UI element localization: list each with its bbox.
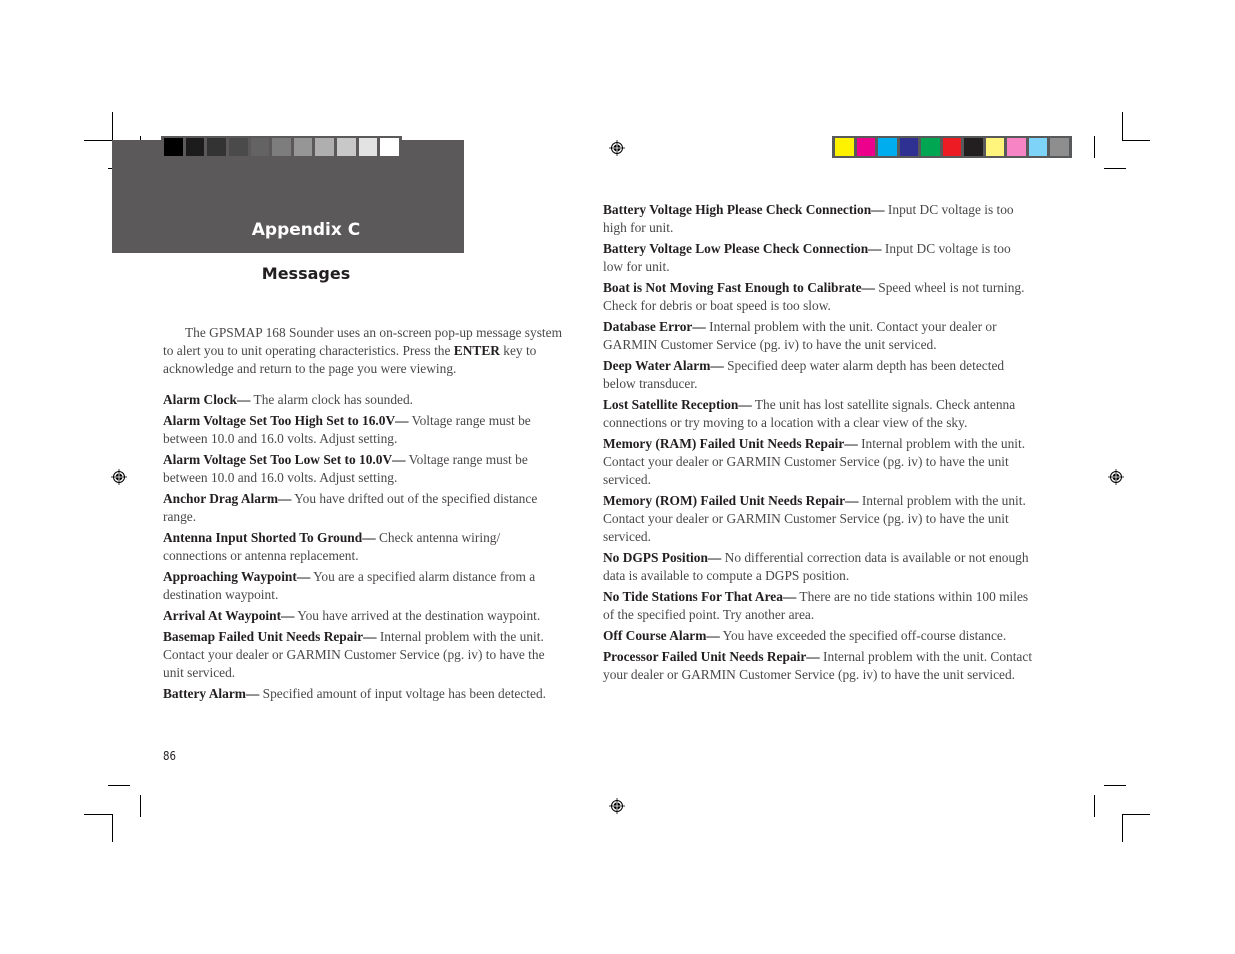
message-term: Alarm Voltage Set Too Low Set to 10.0V— bbox=[163, 452, 406, 467]
message-list: Alarm Clock— The alarm clock has sounded… bbox=[163, 391, 563, 703]
crop-mark bbox=[84, 140, 112, 141]
message-entry: Antenna Input Shorted To Ground— Check a… bbox=[163, 529, 563, 565]
message-entry: Battery Alarm— Specified amount of input… bbox=[163, 685, 563, 703]
crop-mark bbox=[140, 795, 141, 817]
message-term: Basemap Failed Unit Needs Repair— bbox=[163, 629, 377, 644]
message-entry: Alarm Voltage Set Too Low Set to 10.0V— … bbox=[163, 451, 563, 487]
message-term: Arrival At Waypoint— bbox=[163, 608, 295, 623]
message-entry: Alarm Clock— The alarm clock has sounded… bbox=[163, 391, 563, 409]
crop-mark bbox=[112, 112, 113, 140]
crop-mark bbox=[1122, 140, 1150, 141]
message-entry: Deep Water Alarm— Specified deep water a… bbox=[603, 357, 1033, 393]
message-entry: Lost Satellite Reception— The unit has l… bbox=[603, 396, 1033, 432]
crop-mark bbox=[112, 814, 113, 842]
crop-mark bbox=[1104, 168, 1126, 169]
message-description: The alarm clock has sounded. bbox=[250, 392, 414, 407]
crop-mark bbox=[1094, 795, 1095, 817]
registration-mark-icon bbox=[1108, 469, 1124, 485]
message-term: Off Course Alarm— bbox=[603, 628, 720, 643]
color-swatch bbox=[250, 138, 270, 156]
crop-mark bbox=[108, 785, 130, 786]
message-term: Battery Voltage Low Please Check Connect… bbox=[603, 241, 882, 256]
registration-mark-icon bbox=[111, 469, 127, 485]
message-term: No DGPS Position— bbox=[603, 550, 722, 565]
crop-mark bbox=[1122, 112, 1123, 140]
message-entry: Approaching Waypoint— You are a specifie… bbox=[163, 568, 563, 604]
crop-mark bbox=[1122, 814, 1123, 842]
message-entry: No Tide Stations For That Area— There ar… bbox=[603, 588, 1033, 624]
right-column: Battery Voltage High Please Check Connec… bbox=[603, 201, 1033, 687]
color-swatch bbox=[358, 138, 378, 156]
color-swatch bbox=[835, 138, 854, 156]
color-swatch bbox=[1028, 138, 1048, 156]
message-entry: No DGPS Position— No differential correc… bbox=[603, 549, 1033, 585]
color-swatch bbox=[185, 138, 205, 156]
color-swatch bbox=[1050, 138, 1070, 156]
message-entry: Battery Voltage Low Please Check Connect… bbox=[603, 240, 1033, 276]
color-swatch bbox=[985, 138, 1005, 156]
message-entry: Memory (RAM) Failed Unit Needs Repair— I… bbox=[603, 435, 1033, 489]
message-entry: Anchor Drag Alarm— You have drifted out … bbox=[163, 490, 563, 526]
message-description: You have arrived at the destination wayp… bbox=[294, 608, 541, 623]
message-entry: Boat is Not Moving Fast Enough to Calibr… bbox=[603, 279, 1033, 315]
color-swatch bbox=[921, 138, 940, 156]
left-column: The GPSMAP 168 Sounder uses an on-screen… bbox=[163, 324, 563, 706]
color-swatch bbox=[878, 138, 897, 156]
message-entry: Alarm Voltage Set Too High Set to 16.0V—… bbox=[163, 412, 563, 448]
message-term: Battery Voltage High Please Check Connec… bbox=[603, 202, 885, 217]
message-description: Specified amount of input voltage has be… bbox=[259, 686, 547, 701]
color-swatch bbox=[228, 138, 248, 156]
message-entry: Battery Voltage High Please Check Connec… bbox=[603, 201, 1033, 237]
message-term: Database Error— bbox=[603, 319, 706, 334]
message-entry: Database Error— Internal problem with th… bbox=[603, 318, 1033, 354]
color-swatch bbox=[380, 138, 400, 156]
crop-mark bbox=[1104, 785, 1126, 786]
message-term: Memory (RAM) Failed Unit Needs Repair— bbox=[603, 436, 858, 451]
registration-mark-icon bbox=[609, 140, 625, 156]
color-swatch bbox=[964, 138, 983, 156]
page-number: 86 bbox=[163, 749, 176, 763]
grayscale-color-bar bbox=[161, 136, 402, 158]
color-swatch bbox=[942, 138, 962, 156]
message-term: Antenna Input Shorted To Ground— bbox=[163, 530, 376, 545]
message-term: No Tide Stations For That Area— bbox=[603, 589, 797, 604]
message-list: Battery Voltage High Please Check Connec… bbox=[603, 201, 1033, 684]
enter-key-label: ENTER bbox=[453, 343, 500, 358]
crop-mark bbox=[1094, 136, 1095, 158]
color-swatch bbox=[1007, 138, 1026, 156]
message-term: Memory (ROM) Failed Unit Needs Repair— bbox=[603, 493, 859, 508]
message-description: You have exceeded the specified off-cour… bbox=[719, 628, 1007, 643]
process-color-bar bbox=[832, 136, 1072, 158]
color-swatch bbox=[164, 138, 183, 156]
message-entry: Off Course Alarm— You have exceeded the … bbox=[603, 627, 1033, 645]
message-term: Anchor Drag Alarm— bbox=[163, 491, 292, 506]
message-term: Processor Failed Unit Needs Repair— bbox=[603, 649, 820, 664]
crop-mark bbox=[84, 814, 112, 815]
color-swatch bbox=[207, 138, 226, 156]
message-term: Lost Satellite Reception— bbox=[603, 397, 752, 412]
message-term: Alarm Clock— bbox=[163, 392, 251, 407]
crop-mark bbox=[1122, 814, 1150, 815]
message-entry: Basemap Failed Unit Needs Repair— Intern… bbox=[163, 628, 563, 682]
message-term: Alarm Voltage Set Too High Set to 16.0V— bbox=[163, 413, 409, 428]
chapter-title: Appendix C bbox=[251, 220, 361, 240]
message-term: Battery Alarm— bbox=[163, 686, 260, 701]
intro-paragraph: The GPSMAP 168 Sounder uses an on-screen… bbox=[163, 324, 563, 378]
section-title: Messages bbox=[261, 264, 351, 283]
color-swatch bbox=[337, 138, 356, 156]
message-term: Approaching Waypoint— bbox=[163, 569, 311, 584]
color-swatch bbox=[899, 138, 919, 156]
registration-mark-icon bbox=[609, 798, 625, 814]
color-swatch bbox=[856, 138, 876, 156]
message-entry: Processor Failed Unit Needs Repair— Inte… bbox=[603, 648, 1033, 684]
message-term: Deep Water Alarm— bbox=[603, 358, 724, 373]
message-entry: Memory (ROM) Failed Unit Needs Repair— I… bbox=[603, 492, 1033, 546]
color-swatch bbox=[272, 138, 291, 156]
color-swatch bbox=[293, 138, 313, 156]
message-entry: Arrival At Waypoint— You have arrived at… bbox=[163, 607, 563, 625]
message-term: Boat is Not Moving Fast Enough to Calibr… bbox=[603, 280, 875, 295]
color-swatch bbox=[315, 138, 335, 156]
